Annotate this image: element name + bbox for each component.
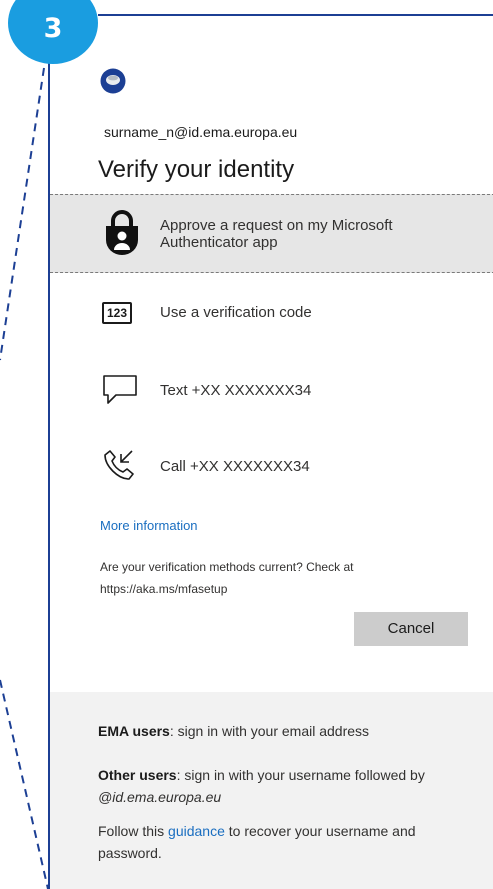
authenticator-lock-icon: [106, 210, 138, 255]
method-label: Text +XX XXXXXXX34: [160, 382, 312, 399]
verification-code-icon: 123: [102, 302, 132, 324]
other-users-note: Other users: sign in with your username …: [98, 767, 425, 805]
method-label: Approve a request on my Microsoft Authen…: [160, 217, 393, 251]
method-authenticator-app[interactable]: Approve a request on my Microsoft Authen…: [50, 194, 493, 273]
method-phone-call[interactable]: Call +XX XXXXXXX34: [50, 430, 493, 502]
method-text-message[interactable]: Text +XX XXXXXXX34: [50, 354, 493, 426]
cancel-button[interactable]: Cancel: [354, 612, 468, 646]
verification-notice: Are your verification methods current? C…: [100, 560, 354, 596]
method-label: Use a verification code: [160, 304, 312, 321]
account-email: surname_n@id.ema.europa.eu: [104, 124, 298, 140]
more-information-link[interactable]: More information: [100, 518, 198, 533]
method-verification-code[interactable]: 123 Use a verification code: [50, 278, 493, 350]
phone-call-icon: [104, 450, 134, 480]
method-label: Call +XX XXXXXXX34: [160, 458, 310, 475]
sign-in-card: surname_n@id.ema.europa.eu Verify your i…: [48, 16, 493, 889]
sign-in-help-panel: EMA users: sign in with your email addre…: [50, 692, 493, 889]
page-title: Verify your identity: [98, 156, 295, 183]
guidance-link[interactable]: guidance: [168, 823, 225, 839]
guidance-note: Follow this guidance to recover your use…: [98, 823, 416, 861]
ema-users-note: EMA users: sign in with your email addre…: [98, 723, 370, 739]
ema-logo-icon: [100, 68, 126, 94]
chat-bubble-icon: [103, 375, 137, 404]
